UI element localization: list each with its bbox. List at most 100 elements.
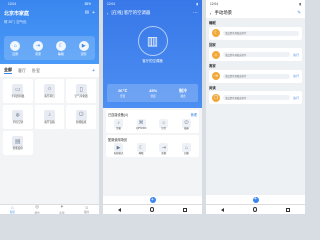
scene-button-movie[interactable]: ▶ 观影 xyxy=(78,40,89,56)
device-card[interactable]: ⏻ 智能插座 xyxy=(66,105,96,129)
status-bar: 12:04 88% xyxy=(4,0,95,8)
device-card[interactable]: ☼ 客厅吊灯 xyxy=(34,79,65,103)
lamp-icon: ☼ xyxy=(43,83,55,95)
scene-button-leave[interactable]: ⇥ 离家 xyxy=(33,40,44,56)
home-title[interactable]: 北京市家庭 xyxy=(4,10,29,17)
stat-item: 45% 湿度 xyxy=(149,88,157,98)
sleep-icon: ☾ xyxy=(55,40,66,51)
title-bar: ‹ [在线] 客厅的空调器 ⋯ xyxy=(103,8,202,18)
nav-scene[interactable]: ◎ 场景 xyxy=(35,204,40,214)
ac-icon: ❄ xyxy=(12,109,24,121)
tab-all[interactable]: 全部 xyxy=(4,67,12,74)
add-bar: + xyxy=(103,196,202,204)
add-icon[interactable]: + xyxy=(149,197,156,203)
recents-nav-icon[interactable] xyxy=(183,207,188,212)
scene-config-section: 配置使用场景 ▶ 电影模式 ☾ 睡眠 ⇥ 离家 ⌂ 回家 xyxy=(106,134,199,158)
add-icon[interactable]: + xyxy=(92,10,95,16)
device-title: [在线] 客厅的空调器 xyxy=(111,10,151,15)
recents-nav-icon[interactable] xyxy=(286,207,291,212)
scene-label: 睡眠 xyxy=(209,21,216,25)
edit-icon[interactable]: ✎ xyxy=(297,10,301,16)
scene-config-item[interactable]: ▶ 电影模式 xyxy=(108,143,129,155)
book-icon: ❐ xyxy=(212,93,220,102)
mini-name: 音箱 xyxy=(116,127,121,130)
nav-me[interactable]: ☺ 我的 xyxy=(84,205,89,214)
system-nav-bar xyxy=(206,204,305,214)
nav-label: 场景 xyxy=(34,211,40,214)
back-nav-icon[interactable] xyxy=(117,207,121,212)
bottom-tab-bar: ⌂ 家居 ◎ 场景 ✦ 发现 ☺ 我的 xyxy=(0,204,99,214)
sleep-icon: ☾ xyxy=(136,143,146,153)
back-nav-icon[interactable] xyxy=(220,207,224,212)
back-icon[interactable]: ‹ xyxy=(210,11,211,16)
home-header: 12:04 88% 北京市家庭 ✉ + 晴 26° | 空气优 ⌂ 回家 ⇥ 离… xyxy=(0,0,99,64)
tab-living-room[interactable]: 客厅 xyxy=(18,68,26,74)
device-card[interactable]: ▤ 智能窗帘 xyxy=(3,131,33,155)
message-icon[interactable]: ✉ xyxy=(85,10,89,16)
scene-card[interactable]: ❐ 请设置场景触发条件 执行 xyxy=(209,91,302,104)
me-nav-icon: ☺ xyxy=(84,204,89,210)
execute-button[interactable]: 执行 xyxy=(293,96,299,100)
stat-value: 制冷 xyxy=(179,87,188,93)
execute-button[interactable]: 执行 xyxy=(293,53,299,57)
scene-button-home[interactable]: ⌂ 回家 xyxy=(10,40,21,56)
battery-icon: ▮ xyxy=(196,2,198,6)
mini-name: 离家 xyxy=(161,151,167,155)
home-nav-icon: ⌂ xyxy=(11,204,14,210)
purifier-icon: ▯ xyxy=(75,83,87,95)
stat-label: 室温 xyxy=(119,94,126,98)
section-title: 配置使用场景 xyxy=(108,137,128,142)
scene-condition: 请设置场景触发条件 xyxy=(223,73,291,79)
scene-button-sleep[interactable]: ☾ 睡眠 xyxy=(55,40,66,56)
speaker-icon: ♪ xyxy=(43,109,55,121)
more-icon[interactable]: ⋯ xyxy=(193,10,198,16)
device-header: 12:04 ▮ ‹ [在线] 客厅的空调器 ⋯ ▥ 客厅的空调器 26℃ 室温 … xyxy=(103,0,202,108)
device-main-icon[interactable]: ▥ xyxy=(137,26,168,56)
execute-button[interactable]: 执行 xyxy=(293,74,299,78)
controller-icon: ▭ xyxy=(12,83,24,95)
manage-link[interactable]: 管理 xyxy=(191,112,197,117)
connected-device[interactable]: ♪ 音箱 xyxy=(108,118,129,131)
curtain-icon: ▤ xyxy=(12,135,24,147)
back-icon[interactable]: ‹ xyxy=(107,11,108,16)
home-nav-icon[interactable] xyxy=(149,207,155,212)
nav-discover[interactable]: ✦ 发现 xyxy=(59,204,64,214)
scene-card[interactable]: ⇥ 请设置场景触发条件 执行 xyxy=(209,69,302,83)
section-header: 配置使用场景 xyxy=(108,137,197,142)
scene-card[interactable]: ⌂ 请设置场景触发条件 执行 xyxy=(209,48,302,61)
home-icon: ⌂ xyxy=(212,50,220,59)
scene-config-item[interactable]: ☾ 睡眠 xyxy=(131,143,152,155)
title-bar: ‹ 手动场景 ✎ xyxy=(206,8,305,18)
mini-name: 回家 xyxy=(184,151,189,155)
connected-device[interactable]: ⌘ QPT-KFD xyxy=(131,118,152,131)
device-detail-screen: 12:04 ▮ ‹ [在线] 客厅的空调器 ⋯ ▥ 客厅的空调器 26℃ 室温 … xyxy=(103,0,202,214)
nav-home[interactable]: ⌂ 家居 xyxy=(10,205,15,214)
device-card[interactable]: ♪ 客厅音箱 xyxy=(34,105,65,129)
add-room-icon[interactable]: + xyxy=(92,68,95,74)
scene-group: 阅读 ❐ 请设置场景触发条件 执行 xyxy=(209,85,302,104)
home-nav-icon[interactable] xyxy=(252,207,258,212)
room-tabs: 全部 客厅 卧室 + xyxy=(0,64,99,77)
connected-device-list: ♪ 音箱 ⌘ QPT-KFD ☼ 吊灯 ⏻ 插座 xyxy=(108,118,197,131)
device-name: 智能窗帘 xyxy=(12,146,24,150)
discover-nav-icon: ✦ xyxy=(59,204,64,210)
device-card[interactable]: ▭ 手机控制器 xyxy=(3,79,33,103)
mini-name: 插座 xyxy=(184,127,189,130)
mini-name: 睡眠 xyxy=(138,151,144,155)
movie-icon: ▶ xyxy=(78,40,89,51)
device-name: 手机控制器 xyxy=(11,94,25,98)
connected-device[interactable]: ☼ 吊灯 xyxy=(153,118,174,131)
status-time: 12:04 xyxy=(107,2,115,6)
add-scene-bar: + xyxy=(206,195,305,204)
scene-label: 离家 xyxy=(35,51,42,56)
scene-config-item[interactable]: ⇥ 离家 xyxy=(153,143,174,155)
page-title: 手动场景 xyxy=(214,10,233,15)
device-card[interactable]: ▯ 空气净化器 xyxy=(66,79,96,103)
scene-config-item[interactable]: ⌂ 回家 xyxy=(176,143,197,155)
connected-device[interactable]: ⏻ 插座 xyxy=(176,118,197,131)
device-card[interactable]: ❄ 手机空调 xyxy=(3,105,33,129)
scene-card[interactable]: ☾ 请设置场景触发条件 xyxy=(209,26,302,40)
status-bar: 12:04 ▮ xyxy=(206,0,305,8)
add-scene-icon[interactable]: + xyxy=(252,196,259,203)
tab-bedroom[interactable]: 卧室 xyxy=(32,68,40,74)
